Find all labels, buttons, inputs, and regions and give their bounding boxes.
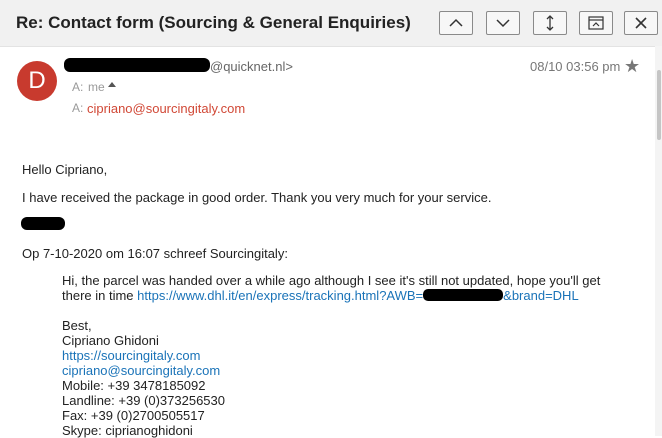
fax-number: Fax: +39 (0)2700505517 <box>62 408 205 423</box>
star-icon[interactable]: ★ <box>624 56 640 76</box>
quoted-message: Hi, the parcel was handed over a while a… <box>62 273 622 438</box>
sign-off: Best, <box>62 318 92 333</box>
expand-icon <box>546 15 554 31</box>
close-icon <box>635 17 647 29</box>
website-link[interactable]: https://sourcingitaly.com <box>62 348 622 363</box>
email-header-bar: Re: Contact form (Sourcing & General Enq… <box>0 0 662 47</box>
email-subject: Re: Contact form (Sourcing & General Enq… <box>16 13 411 32</box>
greeting: Hello Cipriano, <box>22 162 108 177</box>
chevron-up-icon <box>449 18 463 27</box>
landline-number: Landline: +39 (0)373256530 <box>62 393 226 408</box>
sender-email-domain: @quicknet.nl> <box>210 59 293 74</box>
quote-line-tracking: there in time https://www.dhl.it/en/expr… <box>62 288 622 303</box>
reply-header: Op 7-10-2020 om 16:07 schreef Sourcingit… <box>22 246 288 261</box>
chevron-down-icon <box>496 19 510 28</box>
message-date: 08/10 03:56 pm <box>530 59 621 74</box>
print-icon <box>588 16 604 30</box>
quote-line: Hi, the parcel was handed over a while a… <box>62 273 601 288</box>
cc-label: A: <box>72 101 84 115</box>
previous-message-button[interactable] <box>439 11 473 35</box>
body-line: I have received the package in good orde… <box>22 190 492 205</box>
tracking-link[interactable]: https://www.dhl.it/en/express/tracking.h… <box>137 288 423 303</box>
redacted-awb <box>423 289 504 301</box>
print-button[interactable] <box>579 11 613 35</box>
signature-name: Cipriano Ghidoni <box>62 333 159 348</box>
redacted-signature <box>21 217 65 230</box>
scrollbar-thumb[interactable] <box>657 70 661 140</box>
close-button[interactable] <box>624 11 658 35</box>
mobile-number: Mobile: +39 3478185092 <box>62 378 206 393</box>
caret-up-icon[interactable] <box>108 82 116 87</box>
expand-button[interactable] <box>533 11 567 35</box>
to-recipient-dropdown[interactable]: me <box>88 80 105 94</box>
tracking-link-end[interactable]: &brand=DHL <box>503 288 579 303</box>
cc-email[interactable]: cipriano@sourcingitaly.com <box>87 101 245 116</box>
to-label: A: <box>72 80 84 94</box>
redacted-sender-name <box>64 58 210 72</box>
quote-line-prefix: there in time <box>62 288 138 303</box>
email-link[interactable]: cipriano@sourcingitaly.com <box>62 363 622 378</box>
sender-avatar: D <box>17 61 57 101</box>
next-message-button[interactable] <box>486 11 520 35</box>
